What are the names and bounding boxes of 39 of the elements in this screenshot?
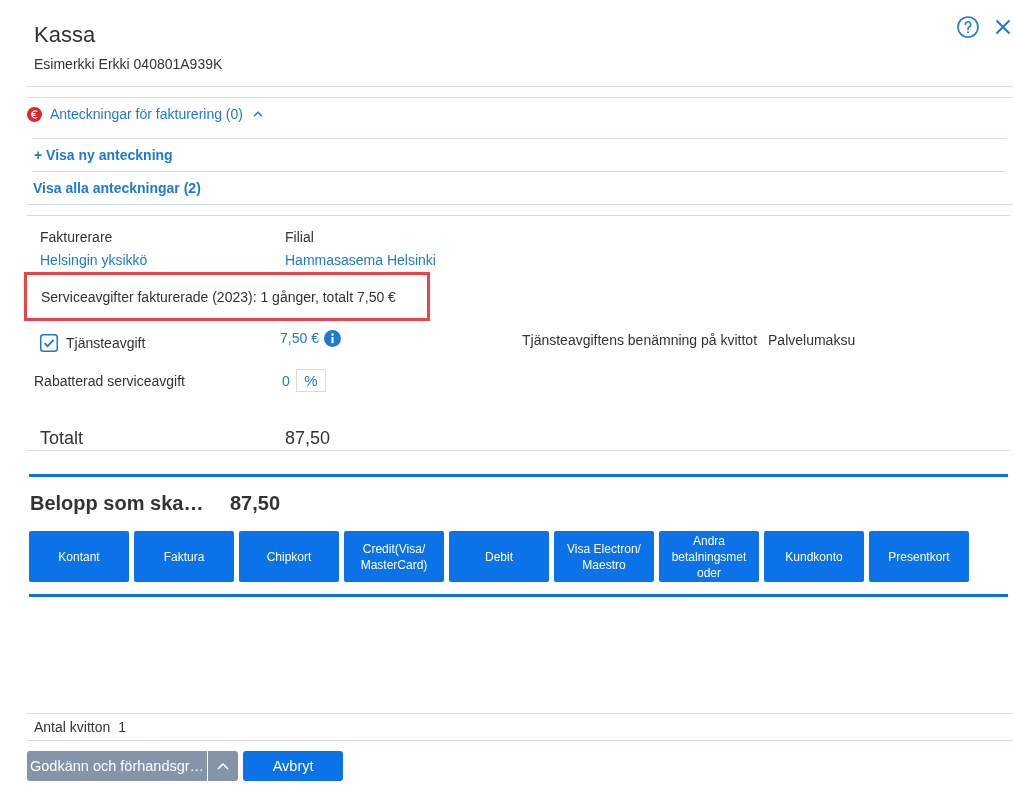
receipt-count-label: Antal kvitton <box>34 718 111 737</box>
payment-button[interactable]: Faktura <box>134 531 234 582</box>
euro-icon <box>27 106 42 122</box>
close-icon[interactable] <box>995 19 1011 35</box>
total-label: Totalt <box>40 427 85 450</box>
payment-button[interactable]: Visa Electron/ Maestro <box>554 531 654 582</box>
customer-info: Esimerkki Erkki 040801A939K <box>34 55 223 74</box>
amount-label: Belopp som ska… <box>30 491 205 515</box>
help-icon[interactable] <box>957 16 979 38</box>
field-label: Fakturerare <box>40 228 113 247</box>
payment-button[interactable]: Debit <box>449 531 549 582</box>
field-link[interactable]: Helsingin yksikkö <box>40 250 148 270</box>
payment-button[interactable]: Credit(Visa/ MasterCard) <box>344 531 444 582</box>
receipt-label: Tjänsteavgiftens benämning på kvittot <box>522 332 758 348</box>
chevron-up-icon[interactable] <box>253 111 263 117</box>
note-link[interactable]: + Visa ny anteckning <box>34 147 173 163</box>
fee-label: Tjänsteavgift <box>66 335 146 351</box>
info-icon[interactable] <box>323 329 341 347</box>
fee-amount[interactable]: 7,50 € <box>280 330 319 346</box>
receipt-name: Palvelumaksu <box>768 332 856 348</box>
note-link[interactable]: Visa alla anteckningar (2) <box>33 180 201 196</box>
payment-button[interactable]: Andra betalningsmetoder <box>659 531 759 582</box>
payment-button[interactable]: Presentkort <box>869 531 969 582</box>
amount-value: 87,50 <box>230 491 281 515</box>
discount-value[interactable]: 0 <box>282 372 290 389</box>
notes-toggle[interactable]: Anteckningar för fakturering (0) <box>50 104 243 124</box>
field-label: Filial <box>285 228 314 247</box>
fee-summary: Serviceavgifter fakturerade (2023): 1 gånger, totalt 7,50 € <box>41 288 396 305</box>
cancel-button[interactable]: Avbryt <box>243 751 344 781</box>
checkbox[interactable] <box>40 334 58 352</box>
total-value: 87,50 <box>285 427 331 450</box>
payment-button[interactable]: Kundkonto <box>764 531 864 582</box>
payment-button[interactable]: Kontant <box>29 531 129 582</box>
dialog-title: Kassa <box>34 21 96 49</box>
percent-button[interactable]: % <box>295 369 326 392</box>
discount-label: Rabatterad serviceavgift <box>34 372 186 389</box>
receipt-count-value: 1 <box>118 718 127 737</box>
payment-button[interactable]: Chipkort <box>239 531 339 582</box>
field-link[interactable]: Hammasasema Helsinki <box>285 250 436 270</box>
